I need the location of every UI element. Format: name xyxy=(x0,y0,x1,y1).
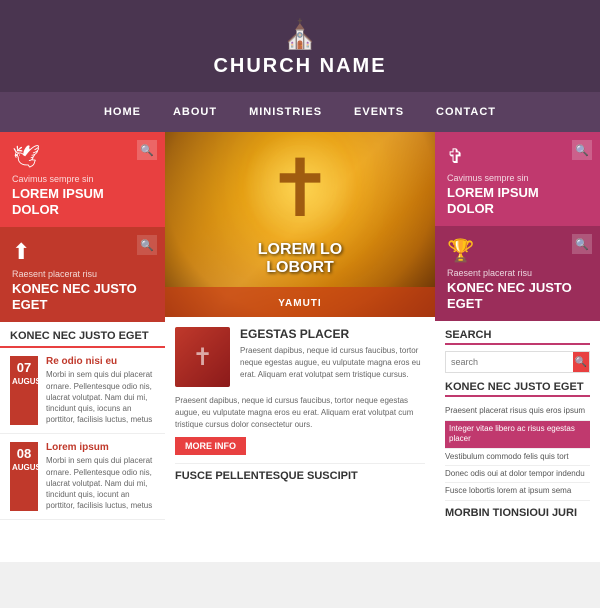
news-body-2: Morbi in sem quis dui placerat ornare. P… xyxy=(46,455,155,511)
right-top-subtitle: Cavimus sempre sin xyxy=(447,173,588,183)
chalice-icon: 🏆 xyxy=(447,238,588,264)
article2-title: FUSCE PELLENTESQUE SUSCIPIT xyxy=(175,463,425,482)
cross-top-icon: ✞ xyxy=(447,144,588,169)
news-date-1: 07 August xyxy=(10,356,38,425)
news-body-1: Morbi in sem quis dui placerat ornare. P… xyxy=(46,369,155,425)
nav-home[interactable]: HOME xyxy=(88,102,157,122)
news-title-2: Lorem ipsum xyxy=(46,442,155,453)
left-bottom-search-button[interactable]: 🔍 xyxy=(137,235,157,255)
right-top-widget: 🔍 ✞ Cavimus sempre sin LOREM IPSUM DOLOR xyxy=(435,132,600,226)
article-text: EGESTAS PLACER Praesent dapibus, neque i… xyxy=(240,327,425,387)
news-month-2: August xyxy=(12,463,36,473)
hero-text: LOREM LO LOBORT xyxy=(258,241,342,277)
article-title: EGESTAS PLACER xyxy=(240,327,425,341)
right-bottom-widget: 🔍 🏆 Raesent placerat risu KONEC NEC JUST… xyxy=(435,226,600,321)
center-column: ✝ LOREM LO LOBORT YAMUTI ✝ EGESTAS PLACE… xyxy=(165,132,435,562)
left-top-widget: 🔍 🕊 Cavimus sempre sin LOREM IPSUM DOLOR xyxy=(0,132,165,227)
list-section: KONEC NEC JUSTO EGET Praesent placerat r… xyxy=(445,381,590,500)
right-bottom-subtitle: Raesent placerat risu xyxy=(447,268,588,278)
news-day-2: 08 xyxy=(12,446,36,463)
news-date-2: 08 August xyxy=(10,442,38,511)
arrow-up-icon: ⬆ xyxy=(12,239,153,265)
list-item-3: Vestibulum commodo felis quis tort xyxy=(445,449,590,466)
hero-image: ✝ LOREM LO LOBORT YAMUTI xyxy=(165,132,435,317)
article-header: ✝ EGESTAS PLACER Praesent dapibus, neque… xyxy=(175,327,425,387)
hero-overlay-text: YAMUTI xyxy=(278,298,321,309)
left-sidebar: 🔍 🕊 Cavimus sempre sin LOREM IPSUM DOLOR… xyxy=(0,132,165,562)
main-layout: 🔍 🕊 Cavimus sempre sin LOREM IPSUM DOLOR… xyxy=(0,132,600,562)
news-month-1: August xyxy=(12,377,36,387)
hero-title-2: LOBORT xyxy=(258,259,342,277)
news-item-2: 08 August Lorem ipsum Morbi in sem quis … xyxy=(0,434,165,520)
left-news-section: KONEC NEC JUSTO EGET 07 August Re odio n… xyxy=(0,322,165,562)
left-top-search-button[interactable]: 🔍 xyxy=(137,140,157,160)
search-section-title: SEARCH xyxy=(445,329,590,345)
nav-about[interactable]: ABOUT xyxy=(157,102,233,122)
news-title-1: Re odio nisi eu xyxy=(46,356,155,367)
list-item-5: Fusce lobortis lorem at ipsum sema xyxy=(445,483,590,500)
left-top-title: LOREM IPSUM DOLOR xyxy=(12,186,153,217)
left-top-subtitle: Cavimus sempre sin xyxy=(12,174,153,184)
right-bottom-search-button[interactable]: 🔍 xyxy=(572,234,592,254)
hero-overlay: YAMUTI xyxy=(165,287,435,317)
church-name: CHURCH NAME xyxy=(213,55,386,77)
center-content: ✝ EGESTAS PLACER Praesent dapibus, neque… xyxy=(165,317,435,562)
search-submit-button[interactable]: 🔍 xyxy=(573,352,589,372)
left-bottom-widget: 🔍 ⬆ Raesent placerat risu KONEC NEC JUST… xyxy=(0,227,165,322)
search-input[interactable] xyxy=(446,352,573,372)
right-bottom-title: KONEC NEC JUSTO EGET xyxy=(447,280,588,311)
nav-ministries[interactable]: MINISTRIES xyxy=(233,102,338,122)
navigation: HOME ABOUT MINISTRIES EVENTS CONTACT xyxy=(0,92,600,132)
search-section: SEARCH 🔍 xyxy=(445,329,590,373)
news-section-title: KONEC NEC JUSTO EGET xyxy=(0,322,165,348)
left-bottom-title: KONEC NEC JUSTO EGET xyxy=(12,281,153,312)
search-input-container: 🔍 xyxy=(445,351,590,373)
hero-title-1: LOREM LO xyxy=(258,241,342,259)
list-item-1: Praesent placerat risus quis eros ipsum xyxy=(445,403,590,420)
nav-contact[interactable]: CONTACT xyxy=(420,102,512,122)
article-body-1: Praesent dapibus, neque id cursus faucib… xyxy=(240,345,425,381)
nav-events[interactable]: EVENTS xyxy=(338,102,420,122)
list-item-2: Integer vitae libero ac risus egestas pl… xyxy=(445,421,590,449)
article-image: ✝ xyxy=(175,327,230,387)
left-bottom-subtitle: Raesent placerat risu xyxy=(12,269,153,279)
list-item-4: Donec odis oui at dolor tempor indendu xyxy=(445,466,590,483)
news-content-2: Lorem ipsum Morbi in sem quis dui placer… xyxy=(46,442,155,511)
right-top-search-button[interactable]: 🔍 xyxy=(572,140,592,160)
list-section-title: KONEC NEC JUSTO EGET xyxy=(445,381,590,397)
more-info-button[interactable]: MORE INFO xyxy=(175,437,246,455)
church-icon: ⛪ xyxy=(10,18,590,51)
right-content: SEARCH 🔍 KONEC NEC JUSTO EGET Praesent p… xyxy=(435,321,600,562)
right-top-title: LOREM IPSUM DOLOR xyxy=(447,185,588,216)
dove-icon: 🕊 xyxy=(12,144,153,170)
news-content-1: Re odio nisi eu Morbi in sem quis dui pl… xyxy=(46,356,155,425)
right-sidebar: 🔍 ✞ Cavimus sempre sin LOREM IPSUM DOLOR… xyxy=(435,132,600,562)
news-item-1: 07 August Re odio nisi eu Morbi in sem q… xyxy=(0,348,165,434)
header: ⛪ CHURCH NAME xyxy=(0,0,600,92)
widget-title: MORBIN TIONSIOUI JURI xyxy=(445,507,590,519)
news-day-1: 07 xyxy=(12,360,36,377)
article-body-2: Praesent dapibus, neque id cursus faucib… xyxy=(175,395,425,431)
cross-icon: ✝ xyxy=(266,142,333,235)
